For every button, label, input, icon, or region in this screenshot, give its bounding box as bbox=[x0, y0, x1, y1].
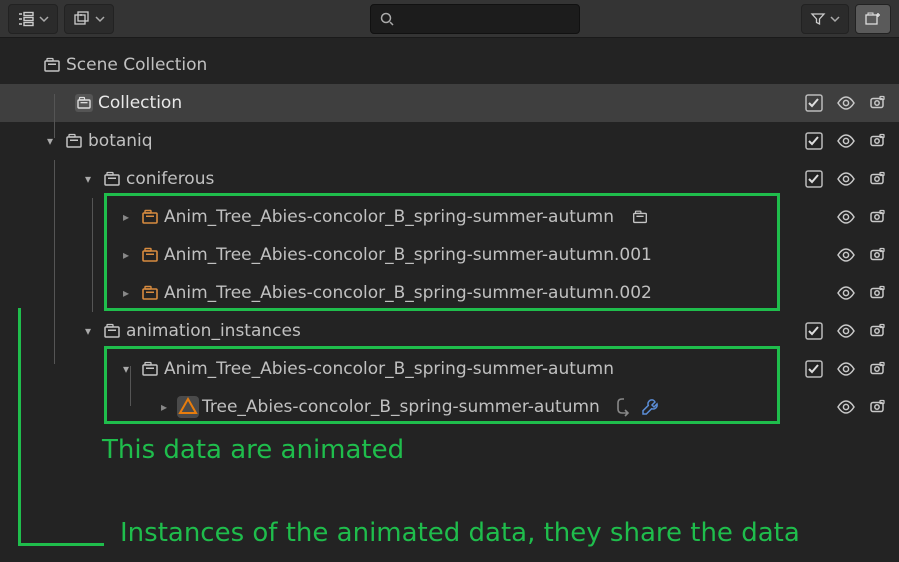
exclude-checkbox[interactable] bbox=[803, 320, 825, 342]
exclude-checkbox[interactable] bbox=[803, 130, 825, 152]
row-controls bbox=[835, 282, 889, 304]
tree-row-botaniq[interactable]: botaniq bbox=[0, 122, 899, 160]
collection-orange-icon bbox=[136, 245, 164, 265]
hide-toggle[interactable] bbox=[835, 358, 857, 380]
render-toggle[interactable] bbox=[867, 130, 889, 152]
hide-toggle[interactable] bbox=[835, 320, 857, 342]
row-controls bbox=[835, 206, 889, 228]
new-collection-button[interactable] bbox=[855, 4, 891, 34]
disclosure-toggle[interactable] bbox=[40, 134, 60, 148]
tree-row-collection[interactable]: Collection bbox=[0, 84, 899, 122]
tree-label: animation_instances bbox=[126, 321, 301, 341]
collection-icon bbox=[60, 131, 88, 151]
tree-row-anim2[interactable]: Anim_Tree_Abies-concolor_B_spring-summer… bbox=[0, 236, 899, 274]
render-toggle[interactable] bbox=[867, 282, 889, 304]
funnel-icon bbox=[810, 11, 826, 27]
list-icon bbox=[17, 10, 35, 28]
disclosure-toggle[interactable] bbox=[78, 324, 98, 338]
row-controls bbox=[835, 244, 889, 266]
render-toggle[interactable] bbox=[867, 396, 889, 418]
search-input[interactable] bbox=[395, 9, 571, 29]
annotation-2: Instances of the animated data, they sha… bbox=[120, 518, 800, 548]
render-toggle[interactable] bbox=[867, 206, 889, 228]
tree-label: Tree_Abies-concolor_B_spring-summer-autu… bbox=[202, 397, 600, 417]
chevron-down-icon bbox=[830, 14, 840, 24]
tree-label: Collection bbox=[98, 93, 182, 113]
display-mode-dropdown[interactable] bbox=[8, 4, 58, 34]
disclosure-toggle[interactable] bbox=[116, 248, 136, 262]
wrench-icon bbox=[640, 397, 660, 417]
tree-row-anim3[interactable]: Anim_Tree_Abies-concolor_B_spring-summer… bbox=[0, 274, 899, 312]
collection-small-icon bbox=[626, 208, 654, 226]
tree-row-anim4[interactable]: Anim_Tree_Abies-concolor_B_spring-summer… bbox=[0, 350, 899, 388]
tree-label: botaniq bbox=[88, 131, 153, 151]
collection-icon bbox=[70, 92, 98, 114]
tree-row-scene-collection[interactable]: Scene Collection bbox=[0, 46, 899, 84]
tree-row-coniferous[interactable]: coniferous bbox=[0, 160, 899, 198]
hide-toggle[interactable] bbox=[835, 244, 857, 266]
row-controls bbox=[803, 92, 889, 114]
filter-dropdown[interactable] bbox=[801, 4, 849, 34]
outliner-toolbar bbox=[0, 0, 899, 38]
hide-toggle[interactable] bbox=[835, 168, 857, 190]
link-icon bbox=[614, 397, 634, 417]
row-controls bbox=[803, 320, 889, 342]
disclosure-toggle[interactable] bbox=[154, 400, 174, 414]
row-controls bbox=[835, 396, 889, 418]
row-controls bbox=[803, 130, 889, 152]
tree-row-animation-instances[interactable]: animation_instances bbox=[0, 312, 899, 350]
image-stack-icon bbox=[73, 10, 91, 28]
tree-row-anim1[interactable]: Anim_Tree_Abies-concolor_B_spring-summer… bbox=[0, 198, 899, 236]
tree-label: Anim_Tree_Abies-concolor_B_spring-summer… bbox=[164, 283, 652, 303]
tree-label: coniferous bbox=[126, 169, 214, 189]
disclosure-toggle[interactable] bbox=[116, 362, 136, 376]
collection-icon bbox=[98, 169, 126, 189]
collection-icon bbox=[136, 359, 164, 379]
collection-orange-icon bbox=[136, 283, 164, 303]
hide-toggle[interactable] bbox=[835, 282, 857, 304]
mesh-object-icon bbox=[174, 395, 202, 419]
hide-toggle[interactable] bbox=[835, 396, 857, 418]
collection-icon bbox=[98, 321, 126, 341]
chevron-down-icon bbox=[95, 14, 105, 24]
display-filter-dropdown[interactable] bbox=[64, 4, 114, 34]
annotation-1: This data are animated bbox=[102, 435, 404, 465]
hide-toggle[interactable] bbox=[835, 92, 857, 114]
hide-toggle[interactable] bbox=[835, 206, 857, 228]
render-toggle[interactable] bbox=[867, 320, 889, 342]
row-controls bbox=[803, 358, 889, 380]
tree-label: Anim_Tree_Abies-concolor_B_spring-summer… bbox=[164, 359, 614, 379]
chevron-down-icon bbox=[39, 14, 49, 24]
exclude-checkbox[interactable] bbox=[803, 92, 825, 114]
tree-label: Scene Collection bbox=[66, 55, 207, 75]
hide-toggle[interactable] bbox=[835, 130, 857, 152]
render-toggle[interactable] bbox=[867, 244, 889, 266]
tree-label: Anim_Tree_Abies-concolor_B_spring-summer… bbox=[164, 245, 652, 265]
disclosure-toggle[interactable] bbox=[116, 210, 136, 224]
exclude-checkbox[interactable] bbox=[803, 358, 825, 380]
render-toggle[interactable] bbox=[867, 92, 889, 114]
search-icon bbox=[379, 11, 395, 27]
disclosure-toggle[interactable] bbox=[78, 172, 98, 186]
render-toggle[interactable] bbox=[867, 168, 889, 190]
search-field[interactable] bbox=[370, 4, 580, 34]
add-collection-icon bbox=[864, 10, 882, 28]
tree-label: Anim_Tree_Abies-concolor_B_spring-summer… bbox=[164, 207, 614, 227]
row-controls bbox=[803, 168, 889, 190]
disclosure-toggle[interactable] bbox=[116, 286, 136, 300]
exclude-checkbox[interactable] bbox=[803, 168, 825, 190]
tree-row-mesh[interactable]: Tree_Abies-concolor_B_spring-summer-autu… bbox=[0, 388, 899, 426]
render-toggle[interactable] bbox=[867, 358, 889, 380]
outliner-tree: Scene Collection Collection botaniq bbox=[0, 38, 899, 426]
collection-icon bbox=[38, 55, 66, 75]
collection-orange-icon bbox=[136, 207, 164, 227]
